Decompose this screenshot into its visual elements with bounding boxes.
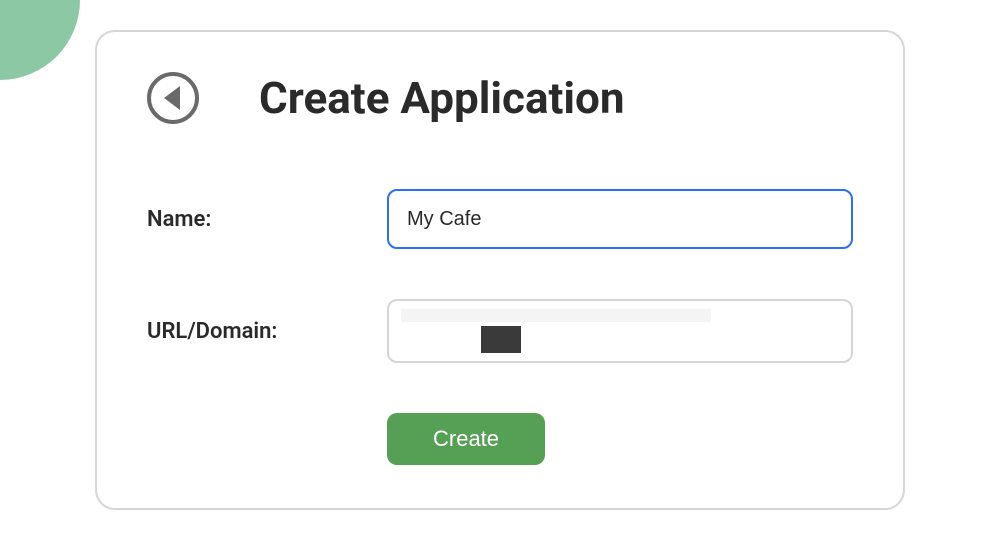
back-button[interactable]	[147, 72, 199, 124]
name-label: Name:	[147, 207, 387, 232]
name-input[interactable]	[387, 189, 853, 249]
card-header: Create Application	[147, 72, 853, 124]
decorative-blob	[0, 0, 80, 80]
url-input[interactable]	[387, 299, 853, 363]
url-label: URL/Domain:	[147, 319, 387, 344]
create-button[interactable]: Create	[387, 413, 545, 465]
button-row: Create	[147, 413, 853, 465]
page-title: Create Application	[259, 72, 625, 124]
redacted-block	[481, 326, 521, 353]
back-arrow-icon	[164, 86, 180, 110]
redacted-bar	[401, 309, 711, 322]
create-application-card: Create Application Name: URL/Domain: Cre…	[95, 30, 905, 510]
url-row: URL/Domain:	[147, 299, 853, 363]
name-row: Name:	[147, 189, 853, 249]
